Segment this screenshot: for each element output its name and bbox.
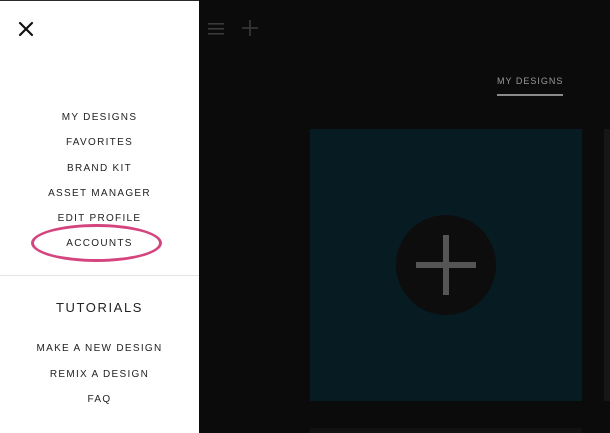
new-design-card[interactable]: [310, 129, 582, 401]
plus-icon: [416, 235, 476, 295]
tutorial-item-make-a-new-design[interactable]: MAKE A NEW DESIGN: [0, 336, 199, 362]
menu-item-asset-manager[interactable]: ASSET MANAGER: [0, 181, 199, 206]
menu-toggle-button[interactable]: [208, 22, 224, 36]
main-area: MY DESIGNS: [199, 0, 610, 433]
tutorial-item-remix-a-design[interactable]: REMIX A DESIGN: [0, 362, 199, 388]
menu-item-favorites[interactable]: FAVORITES: [0, 130, 199, 155]
menu-item-my-designs[interactable]: MY DESIGNS: [0, 105, 199, 130]
bottom-card-edge: [310, 428, 582, 433]
close-icon: [18, 21, 34, 37]
tutorials-heading: TUTORIALS: [55, 300, 144, 315]
menu-list: MY DESIGNS FAVORITES BRAND KIT ASSET MAN…: [0, 105, 199, 257]
menu-item-edit-profile[interactable]: EDIT PROFILE: [0, 206, 199, 231]
tab-my-designs[interactable]: MY DESIGNS: [497, 76, 563, 86]
side-menu: MY DESIGNS FAVORITES BRAND KIT ASSET MAN…: [0, 0, 199, 433]
add-design-button[interactable]: [396, 215, 496, 315]
menu-item-accounts[interactable]: ACCOUNTS: [0, 231, 199, 256]
menu-item-brand-kit[interactable]: BRAND KIT: [0, 156, 199, 181]
tutorial-list: MAKE A NEW DESIGN REMIX A DESIGN FAQ: [0, 336, 199, 413]
plus-icon: [242, 20, 258, 36]
next-design-card[interactable]: [604, 129, 610, 401]
active-tab-indicator: [497, 94, 563, 96]
new-design-topbar-button[interactable]: [242, 20, 258, 36]
app-window: MY DESIGNS FAVORITES BRAND KIT ASSET MAN…: [0, 0, 610, 433]
hamburger-icon: [208, 23, 224, 35]
tutorial-item-faq[interactable]: FAQ: [0, 387, 199, 413]
menu-divider: [0, 275, 199, 276]
close-menu-button[interactable]: [16, 19, 36, 39]
